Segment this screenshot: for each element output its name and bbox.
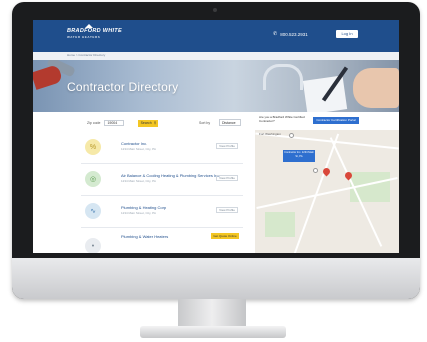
map-info-box[interactable]: Contractor Inc. 1234 Main St, PA	[283, 150, 315, 162]
map-location-dot-icon	[313, 168, 318, 173]
contractor-name[interactable]: Contractor Inc.	[121, 141, 147, 146]
phone-link[interactable]: ✆ 800.523.2931	[273, 31, 308, 37]
map-header: Are you a Bradford White Certified Contr…	[255, 112, 399, 130]
contractor-name[interactable]: Air Balance & Cooling Heating & Plumbing…	[121, 173, 220, 178]
contractor-address: 1234 Main Street, City, PA	[121, 211, 156, 215]
contractor-list-item[interactable]: ∿ Plumbing & Heating Corp 1234 Main Stre…	[81, 198, 243, 228]
contractor-list-item[interactable]: ◎ Air Balance & Cooling Heating & Plumbi…	[81, 166, 243, 196]
brand-logo[interactable]: BRADFORD WHITE WATER HEATERS	[67, 28, 122, 39]
hero-wrench-image	[33, 64, 64, 90]
phone-number: 800.523.2931	[280, 31, 308, 37]
view-profile-button[interactable]: View Profile	[216, 143, 238, 149]
search-filters: Zip code 19004 Search ⚲	[87, 119, 159, 127]
map-place-label: Fort Washington	[259, 132, 281, 136]
monitor-stand-base	[140, 326, 286, 338]
contractor-name[interactable]: Plumbing & Water Heaters	[121, 234, 168, 239]
zip-label: Zip code	[87, 121, 101, 125]
brand-name: BRADFORD WHITE	[67, 28, 122, 34]
view-profile-button[interactable]: View Profile	[216, 207, 238, 213]
contractor-badge-icon: •	[85, 238, 101, 253]
contractor-name[interactable]: Plumbing & Heating Corp	[121, 205, 166, 210]
breadcrumb[interactable]: Home > Contractor Directory	[67, 53, 105, 57]
zip-code-input[interactable]: 19004	[104, 120, 125, 126]
view-profile-button[interactable]: View Profile	[216, 175, 238, 181]
monitor-stand-neck	[178, 299, 246, 329]
monitor-chin	[12, 258, 420, 299]
contractor-badge-icon: ◎	[85, 171, 101, 187]
contractor-badge-icon: ∿	[85, 203, 101, 219]
breadcrumb-bar: Home > Contractor Directory	[33, 52, 399, 60]
website-screen: BRADFORD WHITE WATER HEATERS ✆ 800.523.2…	[33, 20, 399, 253]
contractor-badge-icon: %	[85, 139, 101, 155]
site-header: BRADFORD WHITE WATER HEATERS ✆ 800.523.2…	[33, 20, 399, 52]
contractor-list-item[interactable]: • Plumbing & Water Heaters Get Quote Onl…	[81, 230, 243, 253]
hero-hand-image	[353, 68, 399, 108]
search-button[interactable]: Search ⚲	[138, 119, 159, 127]
search-button-label: Search	[140, 121, 152, 125]
brand-tagline: WATER HEATERS	[67, 35, 101, 39]
map-park-area	[265, 212, 295, 237]
phone-icon: ✆	[273, 31, 278, 37]
contractor-list-panel: Zip code 19004 Search ⚲ Sort by Distance…	[33, 112, 248, 253]
map-poi-icon	[289, 133, 294, 138]
page-title: Contractor Directory	[67, 80, 179, 94]
contractor-list-item[interactable]: % Contractor Inc. 1234 Main Street, City…	[81, 134, 243, 164]
certification-portal-button[interactable]: Contractor Certification Portal	[313, 117, 359, 124]
hero-faucet-image	[263, 64, 303, 90]
sort-label: Sort by	[199, 121, 211, 125]
webcam-dot	[213, 8, 217, 12]
certified-question: Are you a Bradford White Certified Contr…	[259, 115, 305, 123]
contractor-address: 1234 Main Street, City, PA	[121, 147, 156, 151]
sort-select[interactable]: Distance	[219, 119, 241, 126]
hero-banner: Contractor Directory	[33, 60, 399, 112]
get-quote-button[interactable]: Get Quote Online	[211, 233, 239, 239]
search-icon: ⚲	[153, 121, 157, 125]
contractor-map[interactable]: Are you a Bradford White Certified Contr…	[255, 112, 399, 253]
contractor-address: 1234 Main Street, City, PA	[121, 179, 156, 183]
login-button[interactable]: Log In	[336, 30, 358, 38]
